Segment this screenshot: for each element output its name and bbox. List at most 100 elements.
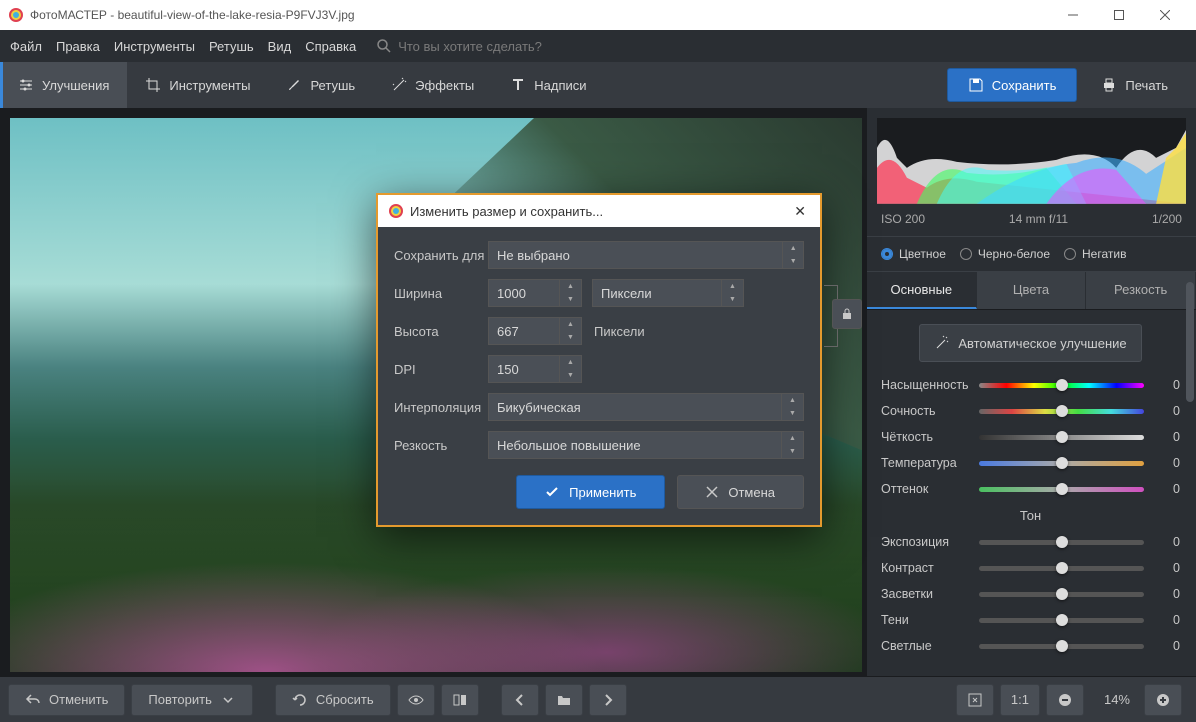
preview-button[interactable]: [397, 684, 435, 716]
sliders-icon: [18, 77, 34, 93]
vibrance-value[interactable]: 0: [1144, 404, 1180, 418]
tint-slider[interactable]: [979, 487, 1144, 492]
whites-slider[interactable]: [979, 644, 1144, 649]
width-input[interactable]: 1000: [488, 279, 560, 307]
auto-enhance-button[interactable]: Автоматическое улучшение: [919, 324, 1141, 362]
mode-color-radio[interactable]: Цветное: [881, 247, 946, 261]
cancel-button[interactable]: Отмена: [677, 475, 804, 509]
tab-sharpness[interactable]: Резкость: [1086, 272, 1196, 309]
prev-image-button[interactable]: [501, 684, 539, 716]
save-button-label: Сохранить: [992, 78, 1057, 93]
tab-retouch[interactable]: Ретушь: [268, 62, 373, 108]
tab-effects-label: Эффекты: [415, 78, 474, 93]
adjust-tabs: Основные Цвета Резкость: [867, 272, 1196, 310]
dpi-input[interactable]: 150: [488, 355, 560, 383]
tint-value[interactable]: 0: [1144, 482, 1180, 496]
shadows-slider[interactable]: [979, 618, 1144, 623]
saturation-value[interactable]: 0: [1144, 378, 1180, 392]
save-icon: [968, 77, 984, 93]
fit-screen-button[interactable]: [956, 684, 994, 716]
contrast-slider[interactable]: [979, 566, 1144, 571]
dpi-spinner[interactable]: ▲▼: [560, 355, 582, 383]
zoom-out-button[interactable]: [1046, 684, 1084, 716]
height-unit: Пиксели: [594, 324, 645, 339]
window-maximize-button[interactable]: [1096, 0, 1142, 30]
saturation-slider[interactable]: [979, 383, 1144, 388]
menu-tools[interactable]: Инструменты: [114, 39, 195, 54]
mode-negative-radio[interactable]: Негатив: [1064, 247, 1126, 261]
interp-spinner[interactable]: ▲▼: [782, 393, 804, 421]
right-panel: ISO 200 14 mm f/11 1/200 Цветное Черно-б…: [866, 108, 1196, 676]
chevron-down-icon: [220, 692, 236, 708]
contrast-value[interactable]: 0: [1144, 561, 1180, 575]
reset-button[interactable]: Сбросить: [275, 684, 391, 716]
interp-select[interactable]: Бикубическая: [488, 393, 782, 421]
whites-value[interactable]: 0: [1144, 639, 1180, 653]
sharp-select[interactable]: Небольшое повышение: [488, 431, 782, 459]
menu-edit[interactable]: Правка: [56, 39, 100, 54]
dialog-close-button[interactable]: ✕: [790, 199, 810, 224]
height-input[interactable]: 667: [488, 317, 560, 345]
mode-bw-radio[interactable]: Черно-белое: [960, 247, 1050, 261]
width-spinner[interactable]: ▲▼: [560, 279, 582, 307]
clarity-label: Чёткость: [881, 430, 979, 444]
menu-retouch[interactable]: Ретушь: [209, 39, 254, 54]
histogram[interactable]: [877, 118, 1186, 204]
temperature-value[interactable]: 0: [1144, 456, 1180, 470]
undo-icon: [25, 692, 41, 708]
zoom-in-button[interactable]: [1144, 684, 1182, 716]
tab-improvements[interactable]: Улучшения: [0, 62, 127, 108]
shadows-label: Тени: [881, 613, 979, 627]
tab-basic[interactable]: Основные: [867, 272, 977, 309]
menu-file[interactable]: Файл: [10, 39, 42, 54]
close-icon: [706, 486, 718, 498]
dialog-titlebar[interactable]: Изменить размер и сохранить... ✕: [378, 195, 820, 227]
magic-wand-icon: [391, 77, 407, 93]
print-button[interactable]: Печать: [1083, 62, 1186, 108]
window-minimize-button[interactable]: [1050, 0, 1096, 30]
exposure-label: Экспозиция: [881, 535, 979, 549]
compare-button[interactable]: [441, 684, 479, 716]
window-close-button[interactable]: [1142, 0, 1188, 30]
clarity-value[interactable]: 0: [1144, 430, 1180, 444]
open-folder-button[interactable]: [545, 684, 583, 716]
color-mode-group: Цветное Черно-белое Негатив: [867, 236, 1196, 272]
tab-effects[interactable]: Эффекты: [373, 62, 492, 108]
redo-button[interactable]: Повторить: [131, 684, 252, 716]
tab-captions[interactable]: Надписи: [492, 62, 604, 108]
menu-help[interactable]: Справка: [305, 39, 356, 54]
height-spinner[interactable]: ▲▼: [560, 317, 582, 345]
save-button[interactable]: Сохранить: [947, 68, 1078, 102]
exposure-value[interactable]: 0: [1144, 535, 1180, 549]
apply-button[interactable]: Применить: [516, 475, 665, 509]
shadows-value[interactable]: 0: [1144, 613, 1180, 627]
tab-colors[interactable]: Цвета: [977, 272, 1087, 309]
temperature-slider[interactable]: [979, 461, 1144, 466]
tab-captions-label: Надписи: [534, 78, 586, 93]
actual-size-button[interactable]: 1:1: [1000, 684, 1040, 716]
print-button-label: Печать: [1125, 78, 1168, 93]
print-icon: [1101, 77, 1117, 93]
width-unit-select[interactable]: Пиксели: [592, 279, 722, 307]
vibrance-slider[interactable]: [979, 409, 1144, 414]
tint-label: Оттенок: [881, 482, 979, 496]
next-image-button[interactable]: [589, 684, 627, 716]
search-input[interactable]: [398, 39, 598, 54]
clarity-slider[interactable]: [979, 435, 1144, 440]
save-for-select[interactable]: Не выбрано: [488, 241, 783, 269]
sharp-spinner[interactable]: ▲▼: [782, 431, 804, 459]
width-unit-spinner[interactable]: ▲▼: [722, 279, 744, 307]
save-for-spinner[interactable]: ▲▼: [783, 241, 804, 269]
highlights-value[interactable]: 0: [1144, 587, 1180, 601]
exposure-slider[interactable]: [979, 540, 1144, 545]
exif-shutter: 1/200: [1152, 212, 1182, 226]
highlights-slider[interactable]: [979, 592, 1144, 597]
exif-info: ISO 200 14 mm f/11 1/200: [867, 208, 1196, 236]
undo-button[interactable]: Отменить: [8, 684, 125, 716]
main-toolbar: Улучшения Инструменты Ретушь Эффекты Над…: [0, 62, 1196, 108]
menu-view[interactable]: Вид: [268, 39, 292, 54]
panel-scrollbar[interactable]: [1186, 282, 1196, 722]
aspect-lock-button[interactable]: [832, 299, 862, 329]
dpi-label: DPI: [394, 362, 488, 377]
tab-tools[interactable]: Инструменты: [127, 62, 268, 108]
